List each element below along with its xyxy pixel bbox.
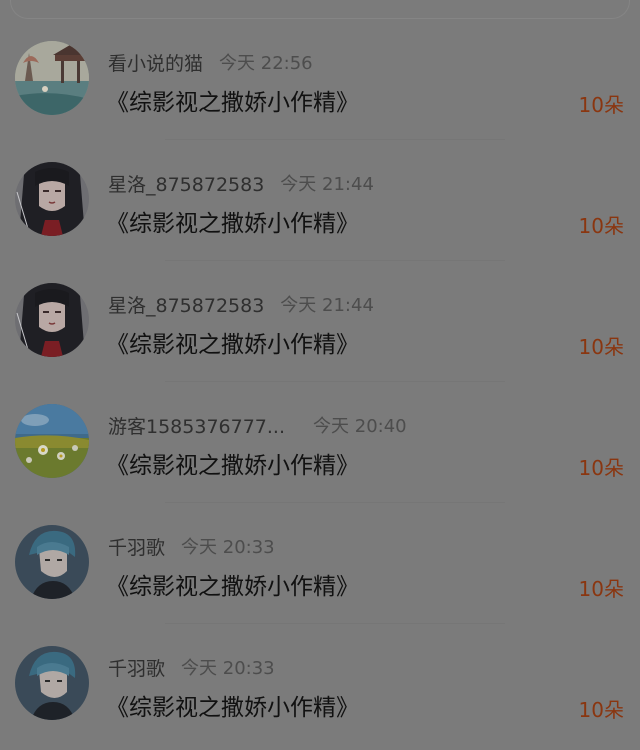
book-title[interactable]: 《综影视之撒娇小作精》: [106, 83, 359, 117]
username[interactable]: 星洛_875872583: [108, 170, 264, 197]
landscape-avatar-icon[interactable]: [15, 41, 89, 115]
comment-meta: 千羽歌 今天 20:33: [108, 532, 275, 560]
list-item[interactable]: 千羽歌 今天 20:33 《综影视之撒娇小作精》 10朵: [0, 503, 640, 624]
list-item[interactable]: 星洛_875872583 今天 21:44 《综影视之撒娇小作精》 10朵: [0, 140, 640, 261]
comment-meta: 星洛_875872583 今天 21:44: [108, 169, 374, 197]
blue-hair-boy-avatar-icon[interactable]: [15, 525, 89, 599]
timestamp: 今天 22:56: [219, 53, 313, 74]
username[interactable]: 星洛_875872583: [108, 291, 264, 318]
username[interactable]: 游客1585376777...: [108, 412, 285, 439]
list-item[interactable]: 看小说的猫 今天 22:56 《综影视之撒娇小作精》 10朵: [0, 19, 640, 140]
timestamp: 今天 20:40: [313, 416, 407, 437]
username[interactable]: 千羽歌: [108, 654, 165, 681]
book-title[interactable]: 《综影视之撒娇小作精》: [106, 204, 359, 238]
book-title[interactable]: 《综影视之撒娇小作精》: [106, 567, 359, 601]
card-border: [10, 0, 630, 19]
timestamp: 今天 21:44: [280, 174, 374, 195]
dark-hair-girl-avatar-icon[interactable]: [15, 283, 89, 357]
gift-count: 10朵: [578, 456, 624, 480]
comment-meta: 看小说的猫 今天 22:56: [108, 48, 313, 76]
book-title[interactable]: 《综影视之撒娇小作精》: [106, 325, 359, 359]
book-title[interactable]: 《综影视之撒娇小作精》: [106, 446, 359, 480]
gift-count: 10朵: [578, 93, 624, 117]
blue-hair-boy-avatar-icon[interactable]: [15, 646, 89, 720]
gift-comment-list: 看小说的猫 今天 22:56 《综影视之撒娇小作精》 10朵 星洛_875872…: [0, 19, 640, 745]
timestamp: 今天 20:33: [181, 537, 275, 558]
list-item[interactable]: 游客1585376777... 今天 20:40 《综影视之撒娇小作精》 10朵: [0, 382, 640, 503]
list-item[interactable]: 星洛_875872583 今天 21:44 《综影视之撒娇小作精》 10朵: [0, 261, 640, 382]
comment-meta: 游客1585376777... 今天 20:40: [108, 411, 407, 439]
username[interactable]: 千羽歌: [108, 533, 165, 560]
flower-field-avatar-icon[interactable]: [15, 404, 89, 478]
comment-meta: 千羽歌 今天 20:33: [108, 653, 275, 681]
top-card-edge: [0, 0, 640, 19]
timestamp: 今天 20:33: [181, 658, 275, 679]
dark-hair-girl-avatar-icon[interactable]: [15, 162, 89, 236]
timestamp: 今天 21:44: [280, 295, 374, 316]
gift-count: 10朵: [578, 214, 624, 238]
gift-count: 10朵: [578, 698, 624, 722]
username[interactable]: 看小说的猫: [108, 49, 203, 76]
list-item[interactable]: 千羽歌 今天 20:33 《综影视之撒娇小作精》 10朵: [0, 624, 640, 745]
gift-count: 10朵: [578, 577, 624, 601]
gift-count: 10朵: [578, 335, 624, 359]
book-title[interactable]: 《综影视之撒娇小作精》: [106, 688, 359, 722]
comment-meta: 星洛_875872583 今天 21:44: [108, 290, 374, 318]
